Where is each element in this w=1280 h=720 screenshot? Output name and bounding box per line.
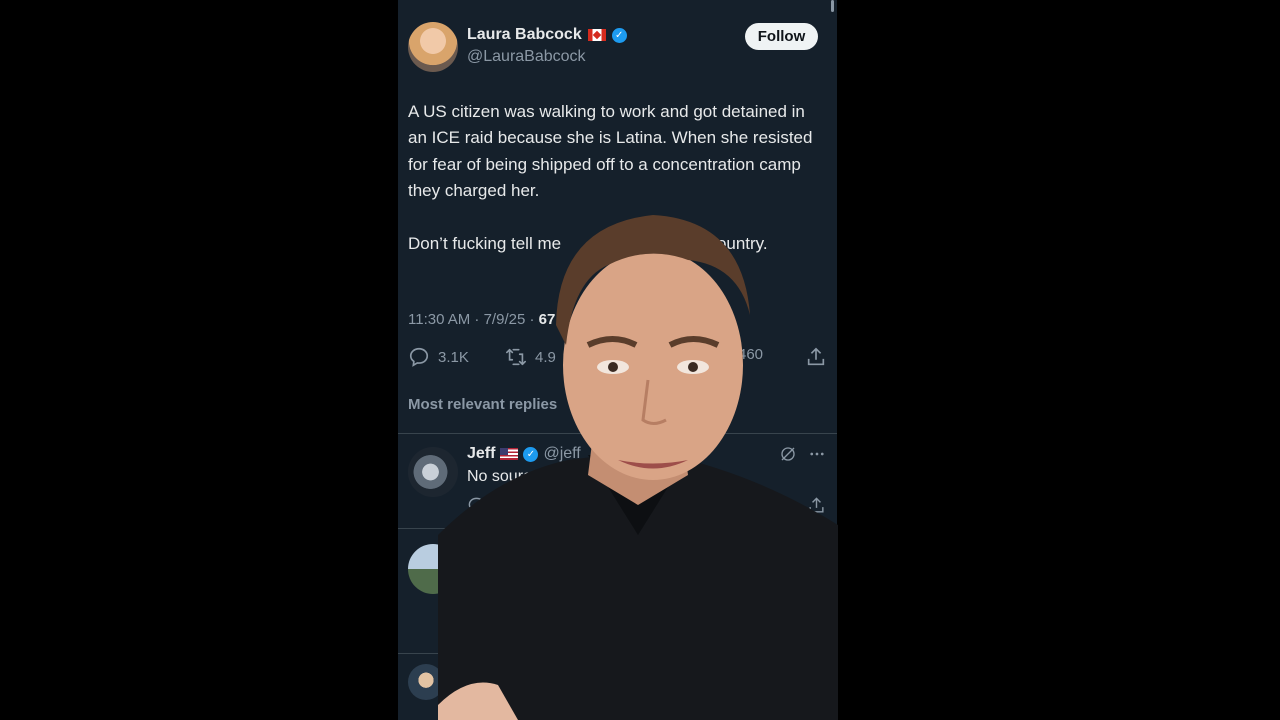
verified-icon: ✓ (611, 27, 627, 43)
scrollbar[interactable] (831, 0, 834, 12)
presenter-overlay (438, 215, 838, 720)
author-name-row[interactable]: Laura Babcock ✓ (467, 26, 627, 44)
canada-flag-icon (587, 29, 606, 41)
follow-button[interactable]: Follow (745, 23, 818, 50)
reply-icon (409, 347, 429, 367)
author-avatar[interactable] (408, 22, 458, 72)
author-name[interactable]: Laura Babcock (467, 26, 582, 44)
author-handle[interactable]: @LauraBabcock (467, 48, 586, 66)
